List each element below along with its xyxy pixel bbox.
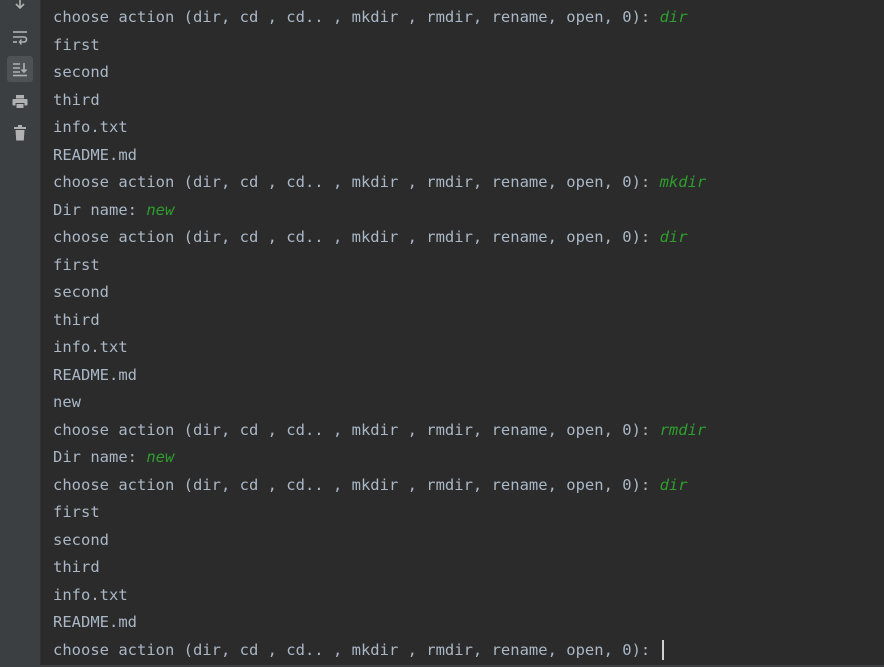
clear-all-button[interactable] (7, 120, 33, 146)
scroll-to-end-button[interactable] (7, 56, 33, 82)
user-input-text: new (146, 200, 175, 219)
trash-icon (12, 124, 28, 142)
output-text: Dir name: (53, 448, 147, 466)
console-line: choose action (dir, cd , cd.. , mkdir , … (53, 472, 884, 500)
output-text: choose action (dir, cd , cd.. , mkdir , … (53, 8, 660, 26)
console-line: choose action (dir, cd , cd.. , mkdir , … (53, 169, 884, 197)
output-text: first (53, 35, 100, 54)
output-text: third (53, 558, 100, 576)
console-line: second (53, 527, 884, 555)
console-line: README.md (53, 362, 884, 390)
console-line: first (53, 252, 884, 280)
scroll-up-button[interactable] (7, 0, 33, 17)
console-toolbar (0, 0, 41, 667)
output-text: third (53, 310, 100, 329)
user-input-text: rmdir (659, 420, 707, 439)
user-input-text: dir (659, 475, 688, 494)
output-text: Dir name: (53, 200, 147, 219)
soft-wrap-icon (11, 29, 29, 45)
output-text: info.txt (53, 585, 128, 604)
soft-wrap-button[interactable] (7, 24, 33, 50)
console-line: choose action (dir, cd , cd.. , mkdir , … (53, 417, 884, 445)
console-output[interactable]: choose action (dir, cd , cd.. , mkdir , … (53, 4, 884, 664)
output-text: info.txt (53, 118, 128, 136)
print-icon (11, 94, 29, 110)
scroll-to-end-icon (11, 61, 29, 77)
console-line: choose action (dir, cd , cd.. , mkdir , … (53, 4, 884, 32)
console-line: info.txt (53, 114, 884, 142)
console-line: choose action (dir, cd , cd.. , mkdir , … (53, 637, 884, 665)
user-input-text: new (146, 448, 175, 466)
output-text: choose action (dir, cd , cd.. , mkdir , … (53, 420, 660, 439)
run-console-window: choose action (dir, cd , cd.. , mkdir , … (0, 0, 884, 667)
output-text: first (53, 503, 100, 521)
output-text: choose action (dir, cd , cd.. , mkdir , … (53, 640, 660, 659)
output-text: choose action (dir, cd , cd.. , mkdir , … (53, 173, 660, 191)
console-line: second (53, 59, 884, 87)
console-line: third (53, 87, 884, 115)
output-text: second (53, 283, 109, 301)
arrow-down-icon (12, 0, 28, 12)
console-line: Dir name: new (53, 197, 884, 225)
output-text: README.md (53, 365, 137, 384)
print-button[interactable] (7, 89, 33, 115)
user-input-text: mkdir (659, 173, 707, 191)
output-text: README.md (53, 145, 137, 164)
text-cursor[interactable] (661, 640, 664, 660)
output-text: info.txt (53, 338, 128, 356)
console-line: README.md (53, 142, 884, 170)
console-line: Dir name: new (53, 444, 884, 472)
console-line: info.txt (53, 582, 884, 610)
console-line: first (53, 32, 884, 60)
console-line: third (53, 554, 884, 582)
output-text: third (53, 90, 100, 109)
console-line: README.md (53, 609, 884, 637)
output-text: second (53, 63, 109, 81)
console-line: info.txt (53, 334, 884, 362)
output-text: choose action (dir, cd , cd.. , mkdir , … (53, 475, 660, 494)
console-line: choose action (dir, cd , cd.. , mkdir , … (53, 224, 884, 252)
output-text: choose action (dir, cd , cd.. , mkdir , … (53, 228, 660, 246)
output-text: second (53, 530, 109, 549)
output-text: first (53, 255, 100, 274)
user-input-text: dir (659, 228, 688, 246)
console-line: first (53, 499, 884, 527)
user-input-text: dir (659, 8, 688, 26)
console-line: new (53, 389, 884, 417)
console-line: second (53, 279, 884, 307)
console-line: third (53, 307, 884, 335)
output-text: README.md (53, 613, 137, 631)
output-text: new (53, 393, 81, 411)
